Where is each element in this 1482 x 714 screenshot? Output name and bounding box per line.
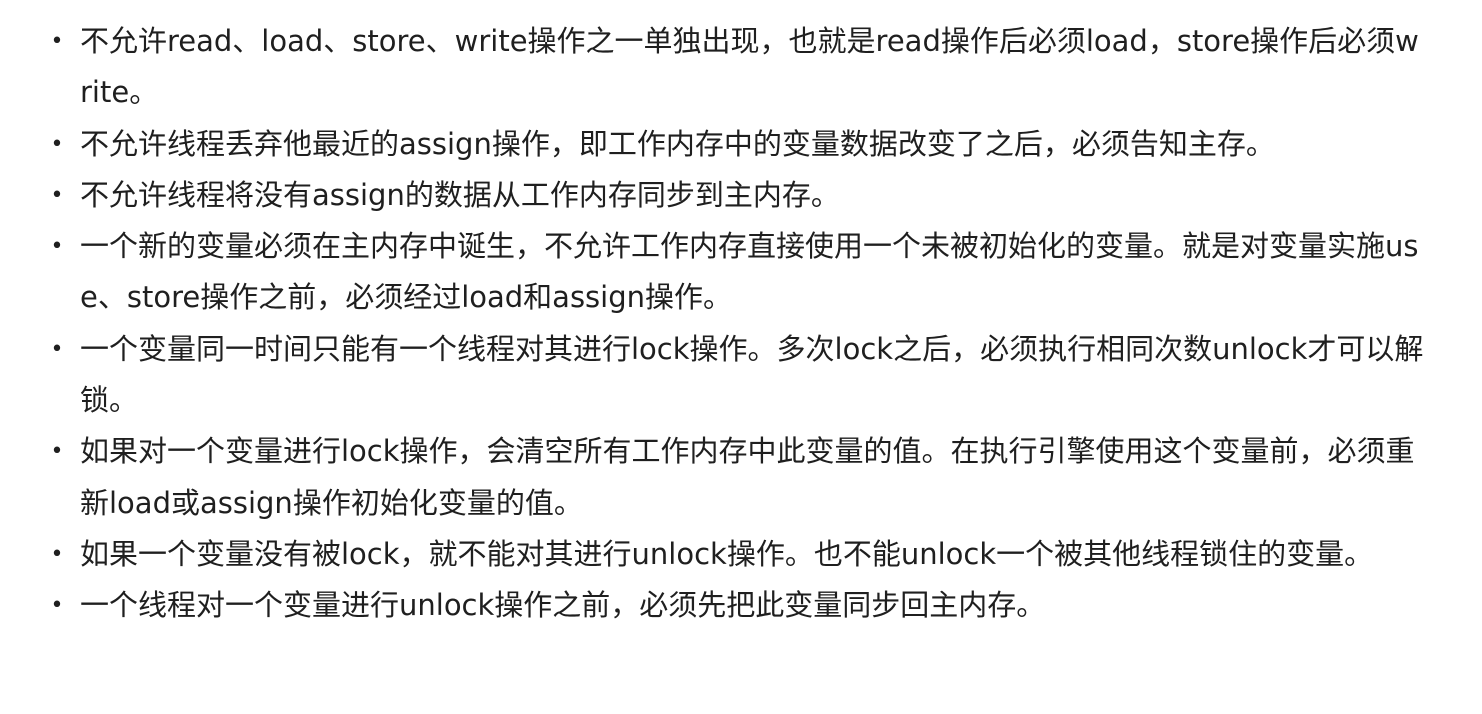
list-item-text: 一个变量同一时间只能有一个线程对其进行lock操作。多次lock之后，必须执行相… [80, 331, 1424, 418]
list-item-text: 如果一个变量没有被lock，就不能对其进行unlock操作。也不能unlock一… [80, 536, 1374, 571]
list-item: • 如果对一个变量进行lock操作，会清空所有工作内存中此变量的值。在执行引擎使… [0, 426, 1426, 529]
list-item-text: 不允许线程将没有assign的数据从工作内存同步到主内存。 [80, 177, 840, 212]
bullet-icon: • [50, 182, 64, 208]
bullet-icon: • [50, 336, 64, 362]
list-item: • 不允许线程将没有assign的数据从工作内存同步到主内存。 [0, 170, 1426, 221]
bullet-icon: • [50, 593, 64, 619]
document-page: • 不允许read、load、store、write操作之一单独出现，也就是re… [0, 0, 1482, 714]
list-item: • 不允许read、load、store、write操作之一单独出现，也就是re… [0, 16, 1426, 119]
list-item-text: 一个新的变量必须在主内存中诞生，不允许工作内存直接使用一个未被初始化的变量。就是… [80, 229, 1419, 315]
list-item: • 一个线程对一个变量进行unlock操作之前，必须先把此变量同步回主内存。 [0, 580, 1426, 631]
list-item: • 不允许线程丢弃他最近的assign操作，即工作内存中的变量数据改变了之后，必… [0, 119, 1426, 170]
bullet-icon: • [50, 541, 64, 567]
bullet-icon: • [50, 234, 64, 260]
bullet-icon: • [50, 131, 64, 157]
list-item: • 如果一个变量没有被lock，就不能对其进行unlock操作。也不能unloc… [0, 529, 1426, 580]
list-item: • 一个新的变量必须在主内存中诞生，不允许工作内存直接使用一个未被初始化的变量。… [0, 221, 1426, 324]
list-item-text: 如果对一个变量进行lock操作，会清空所有工作内存中此变量的值。在执行引擎使用这… [80, 434, 1415, 520]
list-item-text: 一个线程对一个变量进行unlock操作之前，必须先把此变量同步回主内存。 [80, 588, 1046, 623]
rules-list: • 不允许read、load、store、write操作之一单独出现，也就是re… [0, 16, 1426, 632]
bullet-icon: • [50, 29, 64, 54]
list-item: • 一个变量同一时间只能有一个线程对其进行lock操作。多次lock之后，必须执… [0, 324, 1426, 427]
list-item-text: 不允许read、load、store、write操作之一单独出现，也就是read… [80, 24, 1419, 110]
list-item-text: 不允许线程丢弃他最近的assign操作，即工作内存中的变量数据改变了之后，必须告… [80, 126, 1275, 161]
bullet-icon: • [50, 439, 64, 465]
